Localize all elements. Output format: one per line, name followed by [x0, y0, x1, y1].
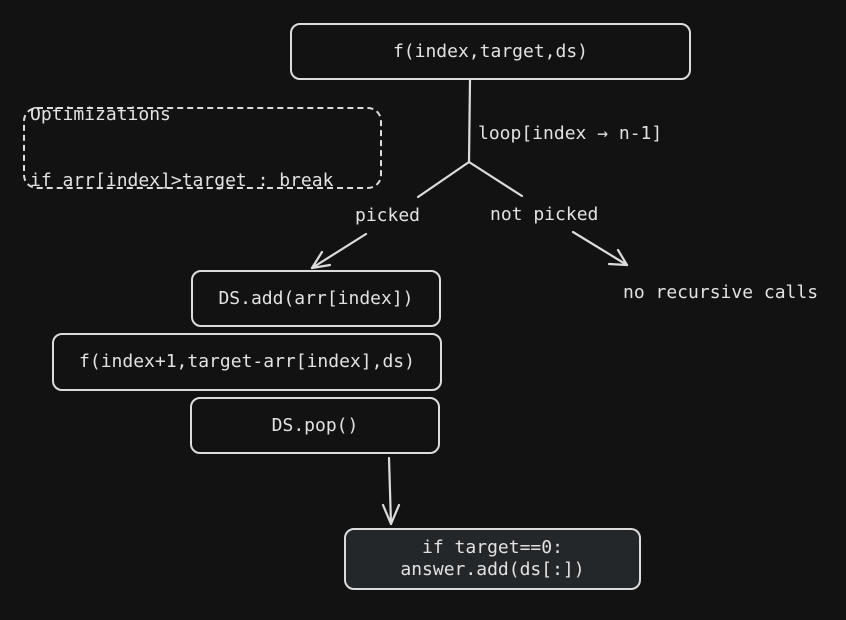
- ds-pop-node: DS.pop(): [190, 397, 440, 454]
- base-case-node: if target==0: answer.add(ds[:]): [344, 528, 641, 590]
- picked-branch-edge: [416, 160, 471, 199]
- not-picked-arrow: [571, 230, 629, 267]
- optimizations-rule: if arr[index]>target : break: [30, 170, 334, 191]
- optimizations-note: Optimizations if arr[index]>target : bre…: [23, 104, 382, 191]
- loop-label: loop[index → n-1]: [478, 123, 663, 144]
- base-case-action: answer.add(ds[:]): [400, 559, 585, 580]
- recursion-flowchart: f(index,target,ds) Optimizations if arr[…: [0, 0, 846, 620]
- ds-add-label: DS.add(arr[index]): [218, 287, 414, 309]
- base-case-condition: if target==0:: [422, 537, 563, 558]
- recursive-call-label: f(index+1,target-arr[index],ds): [79, 351, 415, 372]
- trunk-edge: [467, 78, 472, 164]
- recursive-call-node: f(index+1,target-arr[index],ds): [52, 333, 442, 391]
- ds-pop-label: DS.pop(): [271, 414, 359, 436]
- optimizations-title: Optimizations: [30, 104, 171, 125]
- optimizations-text: Optimizations if arr[index]>target : bre…: [30, 60, 333, 236]
- picked-arrow: [310, 232, 368, 270]
- root-call-node: f(index,target,ds): [290, 23, 691, 80]
- not-picked-label: not picked: [490, 204, 599, 225]
- picked-label: picked: [355, 205, 421, 226]
- pop-to-base-arrow: [387, 456, 393, 526]
- ds-add-node: DS.add(arr[index]): [191, 270, 441, 327]
- not-picked-branch-edge: [467, 160, 524, 198]
- root-call-label: f(index,target,ds): [392, 40, 589, 62]
- no-recursive-calls-label: no recursive calls: [623, 282, 819, 303]
- picked-arrowhead: [310, 250, 332, 270]
